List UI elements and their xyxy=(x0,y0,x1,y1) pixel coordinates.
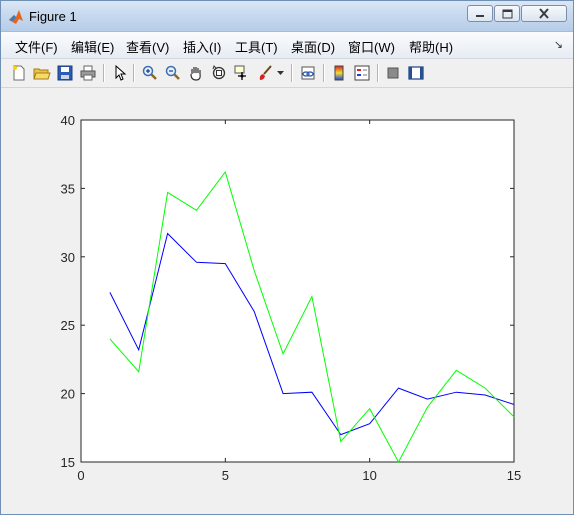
minimize-icon xyxy=(476,14,484,17)
pan-hand-icon xyxy=(190,67,201,81)
menu-file[interactable]: 文件(F) xyxy=(15,37,58,56)
zoom-out-button[interactable] xyxy=(163,63,183,83)
axes-background xyxy=(80,119,515,463)
menu-window[interactable]: 窗口(W) xyxy=(348,37,395,56)
select-button[interactable] xyxy=(110,63,130,83)
close-button[interactable] xyxy=(521,5,567,22)
data-cursor-button[interactable] xyxy=(232,63,252,83)
show-plot-tools-button[interactable] xyxy=(406,63,426,83)
toolbar-separator xyxy=(377,64,379,82)
figure-canvas[interactable]: 0 5 10 15 15 20 25 30 35 40 xyxy=(1,88,573,514)
title-bar[interactable]: Figure 1 xyxy=(1,1,573,32)
insert-legend-button[interactable] xyxy=(352,63,372,83)
figure-toolbar xyxy=(1,59,573,88)
y-tick-label: 40 xyxy=(61,113,75,128)
hide-plot-tools-icon xyxy=(387,67,399,79)
maximize-button[interactable] xyxy=(494,5,520,22)
y-tick-label: 15 xyxy=(61,455,75,470)
pan-button[interactable] xyxy=(186,63,206,83)
menu-dock-arrow-icon[interactable]: ↘ xyxy=(554,38,563,51)
link-plot-icon xyxy=(301,66,315,80)
save-icon xyxy=(57,65,73,81)
toolbar-separator xyxy=(133,64,135,82)
zoom-out-icon xyxy=(165,65,180,80)
y-tick-label: 35 xyxy=(61,181,75,196)
menu-bar: 文件(F) 编辑(E) 查看(V) 插入(I) 工具(T) 桌面(D) 窗口(W… xyxy=(1,32,573,59)
menu-desktop[interactable]: 桌面(D) xyxy=(291,37,335,56)
menu-edit[interactable]: 编辑(E) xyxy=(71,37,114,56)
line-chart[interactable]: 0 5 10 15 15 20 25 30 35 40 xyxy=(1,88,573,514)
rotate-3d-button[interactable] xyxy=(209,63,229,83)
brush-dropdown-icon xyxy=(276,70,284,75)
toolbar-separator xyxy=(291,64,293,82)
minimize-button[interactable] xyxy=(467,5,493,22)
menu-tools[interactable]: 工具(T) xyxy=(235,37,278,56)
data-cursor-icon xyxy=(234,65,246,80)
window-title: Figure 1 xyxy=(29,9,77,24)
brush-icon xyxy=(259,65,272,80)
maximize-icon xyxy=(502,9,512,18)
print-icon xyxy=(80,65,96,81)
toolbar-separator xyxy=(323,64,325,82)
y-tick-label: 25 xyxy=(61,318,75,333)
brush-dropdown-button[interactable] xyxy=(274,63,286,83)
x-tick-label: 0 xyxy=(77,468,84,483)
brush-button[interactable] xyxy=(255,63,275,83)
open-file-button[interactable] xyxy=(32,63,52,83)
zoom-in-button[interactable] xyxy=(140,63,160,83)
legend-icon xyxy=(354,65,370,81)
colorbar-icon xyxy=(334,65,344,81)
menu-view[interactable]: 查看(V) xyxy=(126,37,169,56)
select-arrow-icon xyxy=(115,65,127,81)
menu-insert[interactable]: 插入(I) xyxy=(183,37,221,56)
save-button[interactable] xyxy=(55,63,75,83)
zoom-in-icon xyxy=(142,65,157,80)
toolbar-separator xyxy=(103,64,105,82)
x-tick-label: 5 xyxy=(222,468,229,483)
x-tick-label: 15 xyxy=(507,468,521,483)
x-tick-label: 10 xyxy=(362,468,376,483)
y-tick-label: 20 xyxy=(61,387,75,402)
matlab-logo-icon xyxy=(9,10,23,24)
rotate-3d-icon xyxy=(212,65,226,80)
hide-plot-tools-button[interactable] xyxy=(383,63,403,83)
new-figure-icon xyxy=(13,65,25,81)
open-file-icon xyxy=(33,68,51,80)
link-plot-button[interactable] xyxy=(298,63,318,83)
close-icon xyxy=(539,8,549,19)
y-tick-label: 30 xyxy=(61,250,75,265)
new-figure-button[interactable] xyxy=(9,63,29,83)
insert-colorbar-button[interactable] xyxy=(329,63,349,83)
print-button[interactable] xyxy=(78,63,98,83)
menu-help[interactable]: 帮助(H) xyxy=(409,37,453,56)
figure-window: Figure 1 文件(F) 编辑(E) 查看(V) 插入(I) 工具(T) 桌… xyxy=(0,0,574,515)
show-plot-tools-icon xyxy=(408,66,424,80)
